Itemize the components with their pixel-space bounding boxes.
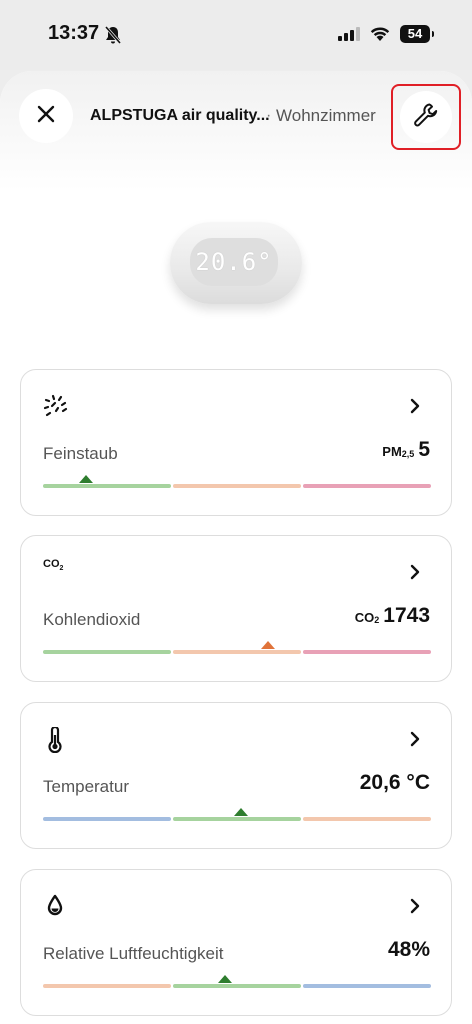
level-scale	[43, 641, 431, 654]
particles-icon	[43, 394, 69, 423]
co2-icon: CO2	[43, 558, 64, 573]
value-number: 48%	[387, 938, 430, 961]
water-drop-icon	[47, 894, 63, 921]
device-display: 20.6°	[190, 238, 278, 286]
cellular-signal-icon	[338, 27, 360, 46]
level-scale	[43, 808, 431, 821]
chevron-right-icon	[409, 898, 421, 919]
status-bar: 13:37 54	[0, 0, 472, 70]
level-scale	[43, 475, 431, 488]
level-marker	[233, 808, 248, 816]
close-button[interactable]	[19, 89, 73, 143]
chevron-right-icon	[409, 564, 421, 585]
chevron-right-icon	[409, 398, 421, 419]
status-time: 13:37	[48, 22, 100, 44]
scale-segment-blue	[303, 984, 431, 988]
scale-segment-orange	[43, 984, 171, 988]
value-unit-label: CO2	[354, 610, 380, 625]
air-quality-card-particulate[interactable]: Feinstaub PM2,5 5	[20, 369, 452, 516]
level-marker	[261, 641, 276, 649]
card-value: CO2 1743	[355, 604, 430, 628]
wifi-icon	[369, 25, 391, 47]
device-sheet: ALPSTUGA air quality... · Wohnzimmer 20.…	[0, 71, 472, 1024]
scale-segment-blue	[43, 817, 171, 821]
close-icon	[37, 105, 55, 128]
thermometer-icon	[47, 725, 63, 758]
settings-button[interactable]	[391, 84, 461, 150]
chevron-right-icon	[409, 731, 421, 752]
air-quality-card-temperature[interactable]: Temperatur 20,6 °C	[20, 702, 452, 849]
value-number: 1743	[383, 604, 430, 627]
level-marker	[218, 975, 233, 983]
level-scale	[43, 975, 431, 988]
device-image: 20.6°	[170, 222, 302, 304]
level-marker	[78, 475, 93, 483]
card-label: Kohlendioxid	[43, 610, 141, 629]
room-name: Wohnzimmer	[276, 106, 376, 125]
scale-segment-orange	[173, 484, 301, 488]
air-quality-card-co2[interactable]: CO2 Kohlendioxid CO2 1743	[20, 535, 452, 682]
card-value: PM2,5 5	[382, 438, 430, 462]
card-label: Feinstaub	[43, 444, 118, 463]
scale-segment-orange	[173, 650, 301, 654]
scale-segment-green	[173, 817, 301, 821]
scale-segment-orange	[303, 817, 431, 821]
header-separator: ·	[266, 107, 272, 124]
battery-icon: 54	[400, 25, 434, 43]
air-quality-card-humidity[interactable]: Relative Luftfeuchtigkeit 48%	[20, 869, 452, 1016]
scale-segment-pink	[303, 650, 431, 654]
scale-segment-green	[43, 484, 171, 488]
wrench-icon	[413, 102, 439, 133]
device-name: ALPSTUGA air quality...	[90, 107, 270, 124]
bell-off-icon	[104, 25, 122, 50]
card-label: Temperatur	[43, 777, 129, 796]
card-value: 48%	[388, 938, 430, 962]
card-label: Relative Luftfeuchtigkeit	[43, 944, 224, 963]
value-number: 5	[418, 438, 430, 461]
scale-segment-green	[43, 650, 171, 654]
scale-segment-pink	[303, 484, 431, 488]
value-number: 20,6 °C	[359, 771, 430, 794]
scale-segment-green	[173, 984, 301, 988]
value-unit-label: PM2,5	[382, 444, 415, 459]
card-value: 20,6 °C	[360, 771, 430, 795]
